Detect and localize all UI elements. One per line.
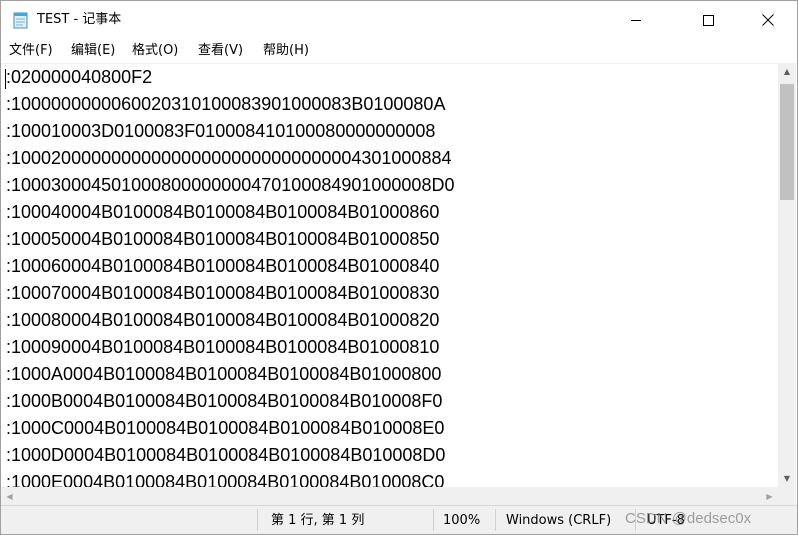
scroll-right-button[interactable]: ▶ [761,487,778,505]
status-divider [433,509,434,531]
text-line: :100040004B0100084B0100084B0100084B01000… [6,202,440,222]
vertical-scroll-thumb[interactable] [780,84,794,200]
cursor-position: 第 1 行, 第 1 列 [271,513,365,528]
text-editor[interactable]: :020000040800F2 :10000000000600203101000… [1,63,779,488]
text-line: :1000E0004B0100084B0100084B0100084B01000… [6,472,445,488]
scroll-up-button[interactable]: ▲ [778,63,796,80]
text-line: :100050004B0100084B0100084B0100084B01000… [6,229,440,249]
status-divider [495,509,496,531]
minimize-button[interactable] [613,1,659,39]
status-bar: 第 1 行, 第 1 列 100% Windows (CRLF) UTF-8 C… [1,505,797,534]
menu-bar: 文件(F) 编辑(E) 格式(O) 查看(V) 帮助(H) [1,39,797,63]
text-line: :100010003D0100083F010008410100080000000… [6,121,436,141]
scroll-down-button[interactable]: ▼ [778,470,796,487]
text-line: :020000040800F2 [6,67,153,87]
maximize-icon [702,14,714,26]
zoom-level: 100% [443,513,481,528]
watermark: CSDN @dedsec0x [625,510,752,527]
text-line: :100090004B0100084B0100084B0100084B01000… [6,337,440,357]
scroll-down-arrow-icon: ▼ [783,474,791,483]
vertical-scrollbar[interactable]: ▲ ▼ [778,63,796,487]
notepad-icon [13,12,28,29]
maximize-button[interactable] [685,1,731,39]
menu-edit[interactable]: 编辑(E) [71,42,115,60]
text-line: :1000A0004B0100084B0100084B0100084B01000… [6,364,442,384]
close-icon [762,14,774,26]
text-line: :100060004B0100084B0100084B0100084B01000… [6,256,440,276]
line-ending: Windows (CRLF) [506,513,612,528]
text-line: :100080004B0100084B0100084B0100084B01000… [6,310,440,330]
scroll-left-arrow-icon: ◀ [6,491,13,501]
title-bar[interactable]: TEST - 记事本 [1,1,797,39]
text-line: :1000D0004B0100084B0100084B0100084B01000… [6,445,446,465]
scroll-up-arrow-icon: ▲ [783,67,791,76]
close-button[interactable] [745,1,791,39]
notepad-window: TEST - 记事本 文件(F) 编辑(E) 格式(O) 查看(V) 帮助(H)… [0,0,798,535]
minimize-icon [630,19,641,21]
text-line: :100070004B0100084B0100084B0100084B01000… [6,283,440,303]
horizontal-scrollbar[interactable]: ◀ ▶ [1,487,779,505]
text-line: :1000B0004B0100084B0100084B0100084B01000… [6,391,443,411]
status-divider [257,509,258,531]
menu-help[interactable]: 帮助(H) [263,42,309,60]
menu-format[interactable]: 格式(O) [132,42,178,60]
text-line: :100030004501000800000000470100084901000… [6,175,455,195]
scrollbar-corner [778,487,796,505]
scroll-right-arrow-icon: ▶ [766,491,773,501]
scroll-left-button[interactable]: ◀ [1,487,18,505]
menu-file[interactable]: 文件(F) [9,42,53,60]
window-title: TEST - 记事本 [37,12,122,27]
text-line: :1000000000060020310100083901000083B0100… [6,94,446,114]
menu-view[interactable]: 查看(V) [198,42,243,60]
text-line: :1000C0004B0100084B0100084B0100084B01000… [6,418,445,438]
text-line: :100020000000000000000000000000000043010… [6,148,452,168]
